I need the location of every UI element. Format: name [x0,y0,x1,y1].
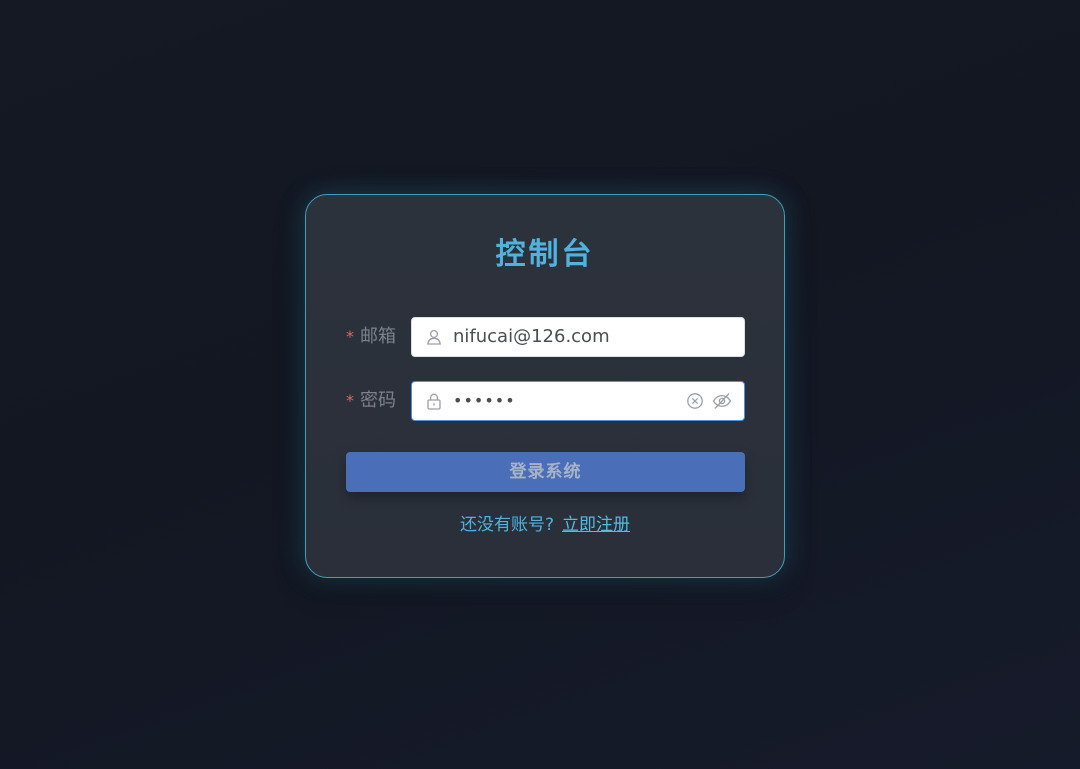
password-label: * 密码 [346,381,396,421]
page-title: 控制台 [495,237,595,272]
register-link[interactable]: 立即注册 [562,515,630,535]
password-label-text: 密码 [360,390,396,411]
register-prompt: 还没有账号? [459,515,555,535]
user-icon [427,329,441,345]
required-mark: * [346,327,354,346]
email-form-row: * 邮箱 nifucai@126.com [346,317,746,357]
email-label: * 邮箱 [346,317,396,357]
email-label-text: 邮箱 [360,326,396,347]
email-value[interactable]: nifucai@126.com [453,318,610,356]
login-card: 控制台 * 邮箱 nifucai@126.com * 密码 •••••• 登录系… [305,194,785,578]
clear-circle-icon[interactable] [686,392,704,410]
required-mark: * [346,391,354,410]
register-prompt-line: 还没有账号? 立即注册 [306,513,784,537]
password-form-row: * 密码 •••••• [346,381,746,421]
password-field[interactable]: •••••• [411,381,745,421]
eye-off-icon[interactable] [712,392,732,410]
password-value[interactable]: •••••• [453,382,516,420]
email-field[interactable]: nifucai@126.com [411,317,745,357]
lock-icon [427,393,441,410]
login-button[interactable]: 登录系统 [346,452,745,492]
